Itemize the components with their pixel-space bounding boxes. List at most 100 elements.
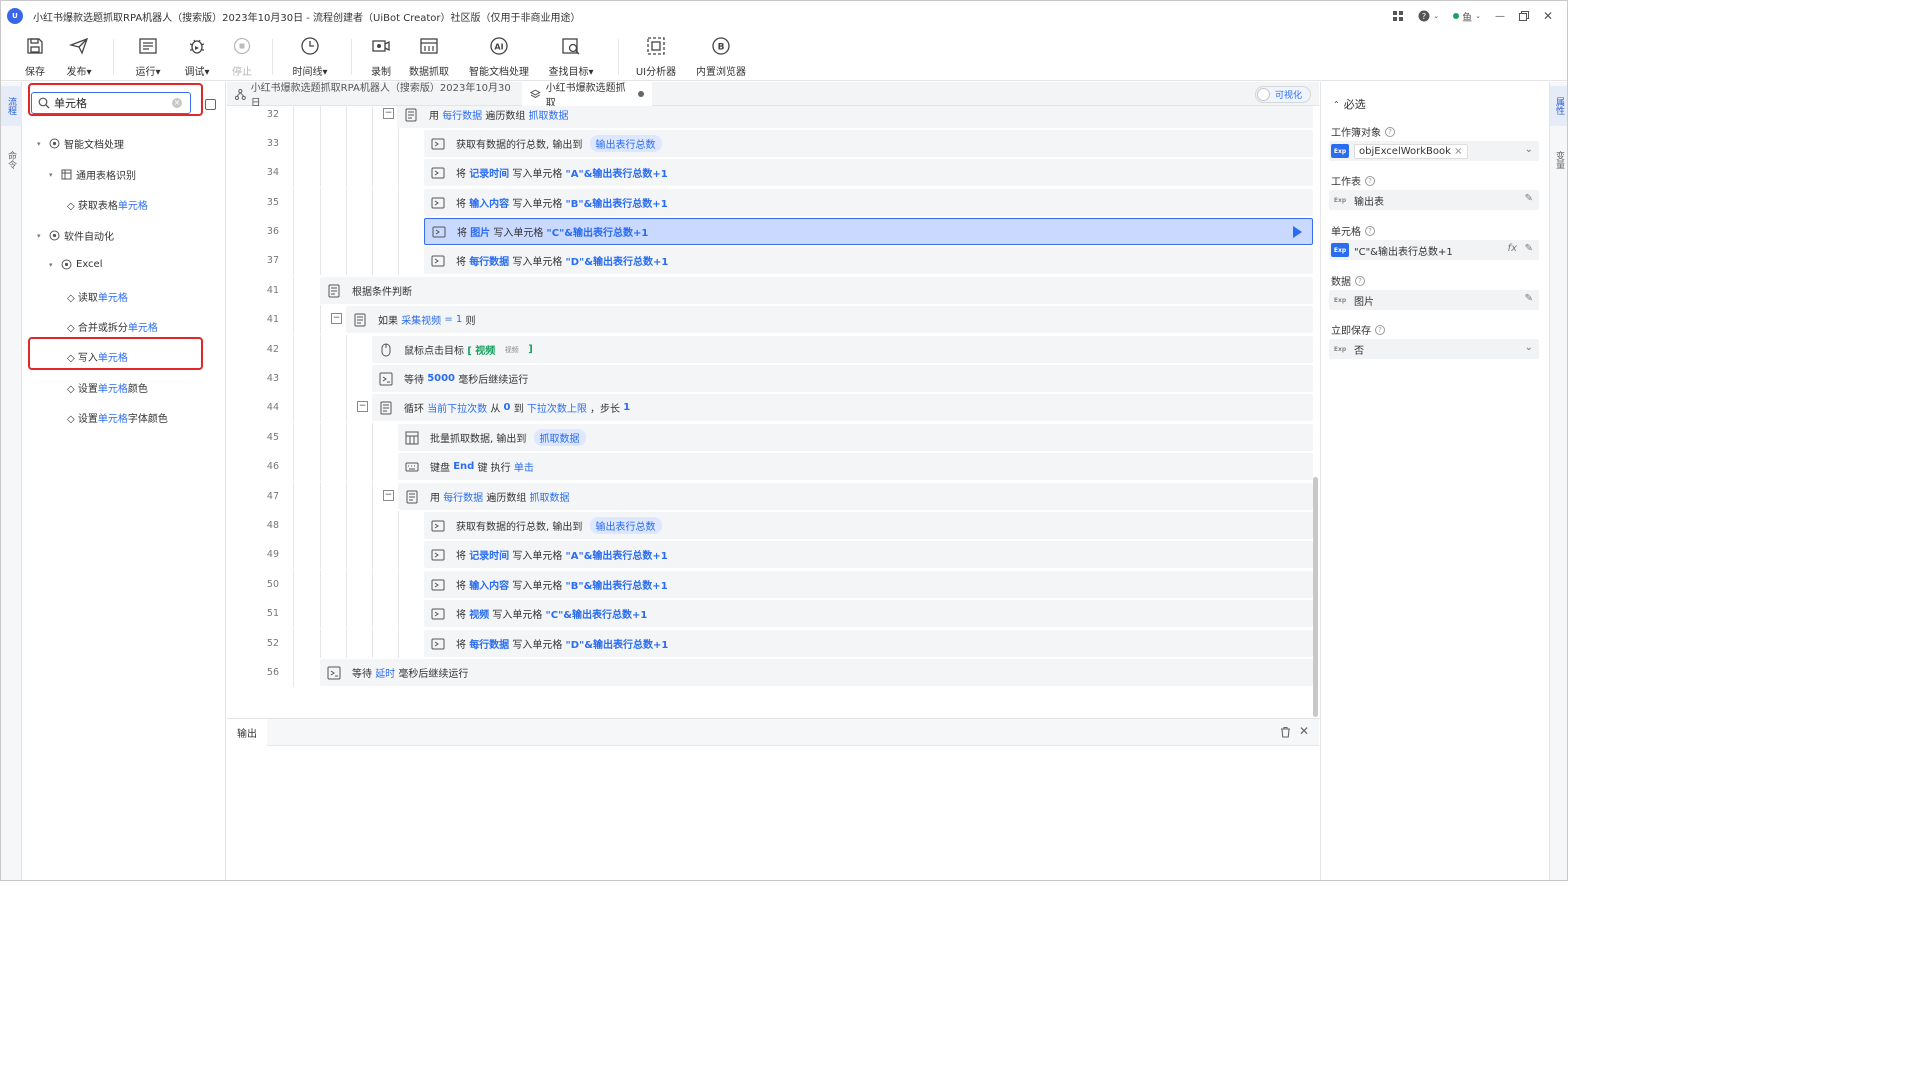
data-scrape-button[interactable]: 数据抓取: [403, 36, 455, 78]
flow-statement[interactable]: 根据条件判断: [320, 277, 1313, 304]
close-output-icon[interactable]: ✕: [1299, 724, 1309, 738]
minimize-icon[interactable]: —: [1495, 11, 1505, 22]
flow-statement[interactable]: 用 每行数据 遍历数组 抓取数据: [397, 106, 1313, 128]
flow-statement[interactable]: 键盘 End 键 执行 单击: [398, 453, 1313, 480]
tree-item[interactable]: ▾ Excel: [49, 259, 103, 270]
editor-scrollbar[interactable]: [1313, 477, 1318, 717]
flow-statement[interactable]: 等待 延时 毫秒后继续运行: [320, 659, 1313, 686]
fx-icon[interactable]: fx: [1508, 243, 1517, 254]
exp-badge: Exp: [1333, 345, 1347, 353]
record-button[interactable]: 录制: [355, 36, 407, 78]
indent-guide: [346, 246, 347, 275]
flow-statement[interactable]: 将 视频 写入单元格 "C"&输出表行总数+1: [424, 600, 1313, 627]
edit-icon[interactable]: ✎: [1525, 193, 1533, 204]
chevron-down-icon[interactable]: ⌄: [1525, 342, 1533, 353]
find-target-button[interactable]: 查找目标▾: [545, 36, 597, 78]
tab-flow[interactable]: 流程: [1, 86, 22, 126]
caret-down-icon[interactable]: ▾: [49, 261, 57, 269]
indent-guide: [398, 511, 399, 540]
tree-item[interactable]: ◇ 设置单元格字体颜色: [67, 410, 168, 425]
tab-main-flow[interactable]: 小红书爆款选题抓取RPA机器人（搜索版）2023年10月30日: [227, 82, 521, 109]
close-icon[interactable]: ✕: [1543, 9, 1553, 23]
edit-icon[interactable]: ✎: [1525, 243, 1533, 254]
restore-icon[interactable]: [1518, 11, 1529, 21]
title-bar-controls: ? ⌄ 鱼 ⌄ — ✕: [1392, 1, 1553, 31]
trash-icon[interactable]: [1280, 726, 1291, 738]
flow-statement[interactable]: 等待 5000 毫秒后继续运行: [372, 365, 1313, 392]
data-field[interactable]: Exp 图片 ✎: [1329, 290, 1539, 310]
stop-button[interactable]: 停止: [216, 36, 268, 78]
chevron-down-icon[interactable]: ⌄: [1525, 144, 1533, 155]
publish-button[interactable]: 发布▾: [53, 36, 105, 78]
flow-statement-selected[interactable]: 将 图片 写入单元格 "C"&输出表行总数+1: [424, 218, 1313, 245]
flow-statement[interactable]: 鼠标点击目标 [ 视频 视频 ]: [372, 336, 1313, 363]
tree-item[interactable]: ◇ 设置单元格颜色: [67, 380, 148, 395]
collapse-icon[interactable]: −: [383, 490, 394, 501]
grid-apps-icon[interactable]: [1392, 10, 1404, 22]
ai-icon: [49, 138, 60, 149]
caret-down-icon[interactable]: ▾: [37, 232, 45, 240]
remove-chip-icon[interactable]: ×: [1454, 146, 1462, 157]
flow-statement[interactable]: 获取有数据的行总数, 输出到 输出表行总数: [424, 512, 1313, 539]
caret-down-icon[interactable]: ▾: [49, 171, 57, 179]
builtin-browser-button[interactable]: B 内置浏览器: [691, 36, 751, 78]
collapse-icon[interactable]: −: [383, 108, 394, 119]
tree-item[interactable]: ▾ 软件自动化: [37, 228, 114, 243]
line-number: 48: [266, 520, 279, 531]
flow-statement[interactable]: 获取有数据的行总数, 输出到 输出表行总数: [424, 130, 1313, 157]
workbook-label: 工作簿对象?: [1331, 124, 1395, 139]
flow-statement[interactable]: 如果 采集视频 = 1 则: [346, 306, 1313, 333]
cell-field[interactable]: Exp "C"&输出表行总数+1 fx ✎: [1329, 240, 1539, 260]
statement-text: 遍历数组: [483, 493, 530, 504]
required-section-title: 必选: [1343, 98, 1366, 111]
sheet-field[interactable]: Exp 输出表 ✎: [1329, 190, 1539, 210]
tree-item[interactable]: ◇ 获取表格单元格: [67, 197, 148, 212]
tree-item[interactable]: ▾ 智能文档处理: [37, 136, 124, 151]
tree-item[interactable]: ◇ 读取单元格: [67, 289, 128, 304]
flow-statement[interactable]: 批量抓取数据, 输出到 抓取数据: [398, 424, 1313, 451]
flow-statement[interactable]: 将 输入内容 写入单元格 "B"&输出表行总数+1: [424, 189, 1313, 216]
save-now-value: 否: [1354, 345, 1364, 357]
required-section-header[interactable]: ⌃ 必选: [1333, 96, 1366, 112]
save-now-select[interactable]: Exp 否 ⌄: [1329, 339, 1539, 359]
statement-text: 延时: [375, 669, 396, 680]
tab-subflow[interactable]: 小红书爆款选题抓取: [522, 82, 652, 109]
cmd-command-icon: [431, 197, 445, 208]
smart-doc-button[interactable]: AI 智能文档处理: [466, 36, 532, 78]
timeline-button[interactable]: 时间线▾: [284, 36, 336, 78]
flow-statement[interactable]: 循环 当前下拉次数 从 0 到 下拉次数上限 ，步长 1: [372, 394, 1313, 421]
flow-statement[interactable]: 将 输入内容 写入单元格 "B"&输出表行总数+1: [424, 571, 1313, 598]
indent-guide: [372, 511, 373, 540]
play-icon[interactable]: [1293, 226, 1302, 238]
loop-command-icon: [405, 108, 417, 121]
output-tab[interactable]: 输出: [227, 719, 267, 746]
mouse-command-icon: [381, 343, 391, 356]
flow-statement[interactable]: 将 每行数据 写入单元格 "D"&输出表行总数+1: [424, 630, 1313, 657]
tab-variables[interactable]: 变量: [1550, 140, 1567, 180]
user-menu[interactable]: 鱼 ⌄: [1453, 9, 1481, 24]
caret-down-icon[interactable]: ▾: [37, 140, 45, 148]
tree-item[interactable]: ▾ 通用表格识别: [49, 167, 136, 182]
indent-guide: [372, 158, 373, 187]
edit-icon[interactable]: ✎: [1525, 293, 1533, 304]
workbook-field[interactable]: Exp objExcelWorkBook × ⌄: [1329, 141, 1539, 161]
tab-commands[interactable]: 命令: [1, 140, 22, 180]
svg-text:AI: AI: [494, 43, 503, 52]
collapse-icon[interactable]: −: [331, 313, 342, 324]
run-button[interactable]: 运行▾: [122, 36, 174, 78]
visualize-toggle[interactable]: 可视化: [1255, 86, 1311, 103]
ui-analyzer-button[interactable]: UI分析器: [630, 36, 682, 78]
help-icon[interactable]: ? ⌄: [1418, 10, 1439, 22]
filter-icon[interactable]: [205, 99, 216, 110]
flow-statement[interactable]: 用 每行数据 遍历数组 抓取数据: [398, 483, 1313, 510]
tab-properties[interactable]: 属性: [1550, 86, 1567, 126]
tree-item[interactable]: ◇ 合并或拆分单元格: [67, 319, 158, 334]
collapse-icon[interactable]: −: [357, 401, 368, 412]
flow-statement[interactable]: 将 记录时间 写入单元格 "A"&输出表行总数+1: [424, 159, 1313, 186]
indent-guide: [293, 482, 294, 511]
statement-text: 当前下拉次数: [427, 404, 488, 415]
flow-statement[interactable]: 将 每行数据 写入单元格 "D"&输出表行总数+1: [424, 247, 1313, 274]
statement-text: 图片: [470, 228, 491, 239]
indent-guide: [320, 570, 321, 599]
flow-statement[interactable]: 将 记录时间 写入单元格 "A"&输出表行总数+1: [424, 541, 1313, 568]
